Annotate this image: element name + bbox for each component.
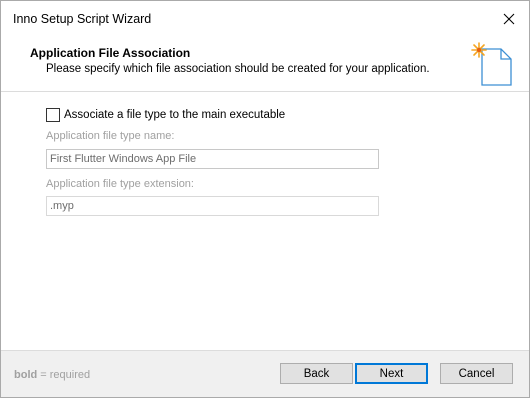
associate-checkbox[interactable] — [46, 108, 60, 122]
form-content: Associate a file type to the main execut… — [1, 92, 529, 350]
page-subtitle: Please specify which file association sh… — [46, 63, 430, 75]
wizard-window: Inno Setup Script Wizard Application Fil… — [0, 0, 530, 398]
required-hint-bold: bold — [14, 369, 38, 381]
back-button[interactable]: Back — [280, 363, 353, 384]
cancel-button[interactable]: Cancel — [440, 363, 513, 384]
close-icon — [503, 13, 515, 25]
close-button[interactable] — [497, 7, 521, 31]
file-type-name-input[interactable] — [46, 149, 379, 169]
footer-bar: bold = required Back Next Cancel — [1, 351, 529, 397]
file-type-extension-label: Application file type extension: — [46, 178, 194, 190]
associate-checkbox-label[interactable]: Associate a file type to the main execut… — [64, 109, 285, 121]
title-bar: Inno Setup Script Wizard — [1, 1, 529, 37]
wizard-document-star-icon — [471, 42, 512, 86]
required-hint: bold = required — [14, 369, 90, 381]
file-type-name-label: Application file type name: — [46, 130, 175, 142]
file-type-extension-input[interactable] — [46, 196, 379, 216]
window-title: Inno Setup Script Wizard — [13, 12, 152, 26]
page-title: Application File Association — [30, 46, 191, 60]
next-button[interactable]: Next — [355, 363, 428, 384]
required-hint-text: = required — [37, 369, 91, 381]
associate-checkbox-row[interactable]: Associate a file type to the main execut… — [46, 108, 285, 122]
page-header: Application File Association Please spec… — [1, 37, 529, 91]
